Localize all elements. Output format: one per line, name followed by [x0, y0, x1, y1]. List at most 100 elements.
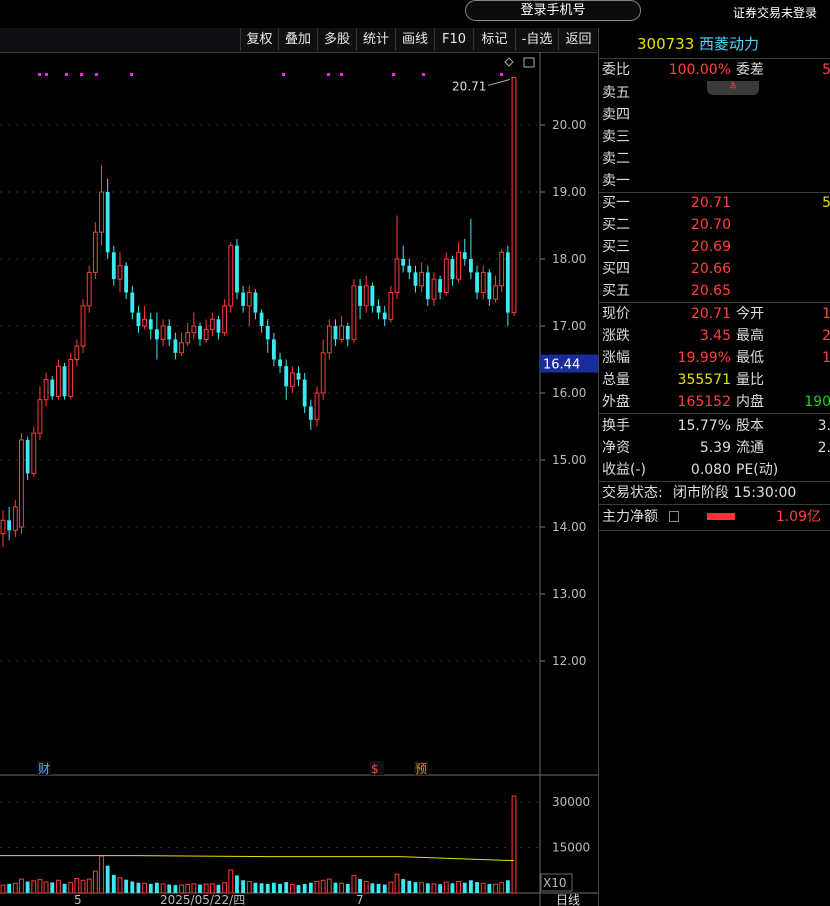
stat-row: 涨跌 3.45 最高 2 — [599, 325, 830, 347]
toolbar-stats-button[interactable]: 统计 — [356, 28, 395, 51]
y-tick-label: 19.00 — [552, 185, 586, 199]
y-tick-label: 13.00 — [552, 587, 586, 601]
volume-bar — [438, 884, 443, 893]
trade-state-row: 交易状态: 闭市阶段 15:30:00 — [599, 482, 830, 504]
toolbar-remove-watchlist-button[interactable]: -自选 — [515, 28, 558, 51]
volume-bar — [284, 882, 289, 893]
candle-body — [246, 292, 252, 307]
main-flow-value: 1.09亿 — [775, 509, 821, 525]
quote-panel: 300733 西菱动力 委比 100.00% 委差 5 ≛ 卖五 卖四 卖三 卖… — [598, 28, 830, 906]
volume-bar — [86, 878, 92, 894]
sell2-label: 卖二 — [602, 151, 630, 167]
marker-dot — [340, 73, 343, 76]
volume-bar — [259, 883, 264, 893]
candle-body — [235, 245, 239, 293]
candle-body — [326, 325, 332, 354]
candle-body — [56, 365, 61, 397]
window-icon — [523, 57, 535, 68]
candle-body — [124, 265, 129, 293]
volume-bar — [431, 883, 437, 894]
volume-bar — [25, 881, 30, 893]
volume-bar — [493, 883, 498, 894]
volume-bar — [136, 882, 141, 893]
candle-body — [480, 271, 486, 293]
stat-value: 1 — [822, 350, 830, 366]
toolbar-multi-stock-button[interactable]: 多股 — [317, 28, 356, 51]
stat-label: 最高 — [736, 328, 764, 344]
volume-bar — [7, 883, 12, 893]
max-price-pointer — [487, 78, 511, 86]
marker-dot — [500, 73, 503, 76]
candle-body — [241, 292, 246, 306]
y-tick-label: 15.00 — [552, 453, 586, 467]
volume-bar — [246, 880, 252, 894]
candlestick-series — [0, 76, 517, 548]
candle-body — [388, 292, 394, 320]
candle-body — [345, 326, 350, 340]
volume-bar — [320, 879, 326, 894]
y-tick-label: 16.00 — [552, 386, 586, 400]
volume-bar — [191, 883, 197, 894]
trade-login-status[interactable]: 证券交易未登录 — [733, 4, 817, 21]
toolbar-draw-button[interactable]: 画线 — [395, 28, 434, 51]
candle-body — [493, 285, 498, 300]
volume-bar — [222, 882, 228, 894]
volume-bar — [209, 883, 215, 894]
candle-body — [228, 245, 234, 307]
list-icon[interactable] — [669, 511, 679, 522]
candle-body — [130, 292, 135, 313]
volume-bar — [179, 884, 184, 894]
volume-unit: X10 — [543, 876, 567, 890]
candle-body — [505, 252, 510, 313]
stock-header: 300733 西菱动力 — [637, 33, 759, 54]
volume-bar — [296, 885, 301, 893]
toolbar-mark-button[interactable]: 标记 — [473, 28, 515, 51]
candle-body — [278, 359, 282, 367]
candle-body — [431, 278, 437, 300]
buy4-row: 买四 20.66 — [599, 258, 830, 280]
volume-bar — [450, 883, 455, 893]
candle-body — [376, 305, 381, 313]
volume-bar — [253, 882, 258, 893]
candle-body — [284, 366, 289, 387]
main-flow-row[interactable]: 主力净额 1.09亿 — [599, 506, 830, 528]
weicha-value: 5 — [822, 62, 830, 78]
volume-ma-line — [0, 855, 515, 862]
toolbar-f10-button[interactable]: F10 — [434, 28, 473, 51]
marker-dot — [392, 73, 395, 76]
volume-bar — [160, 883, 166, 894]
stat-value: 355571 — [677, 372, 731, 388]
y-tick-label: 18.00 — [552, 252, 586, 266]
candle-body — [425, 272, 430, 300]
top-bar — [0, 0, 830, 28]
stat-label: 收益(-) — [602, 462, 646, 478]
volume-bar — [333, 882, 338, 893]
sell3-row: 卖三 — [599, 126, 830, 148]
candle-body — [31, 432, 37, 474]
candle-body — [19, 439, 24, 528]
toolbar-fuquan-button[interactable]: 复权 — [240, 28, 278, 51]
stat-value: 2 — [822, 328, 830, 344]
candle-body — [363, 285, 369, 307]
buy2-price: 20.70 — [690, 217, 731, 233]
candle-body — [68, 359, 74, 397]
sell5-row: 卖五 — [599, 82, 830, 104]
candle-body — [99, 191, 104, 233]
stat-label: 涨幅 — [602, 350, 630, 366]
stat-value: 15.77% — [677, 418, 731, 434]
volume-bar — [56, 879, 61, 894]
login-phone-button[interactable]: 登录手机号 — [465, 0, 641, 21]
toolbar-overlay-button[interactable]: 叠加 — [278, 28, 317, 51]
volume-bar — [468, 880, 473, 893]
volume-series — [0, 795, 517, 894]
volume-bar — [278, 883, 282, 893]
candle-body — [62, 366, 67, 397]
candle-body — [80, 305, 86, 347]
candle-body — [407, 265, 412, 273]
stat-label: 今开 — [736, 306, 764, 322]
stat-value: 19.99% — [677, 350, 731, 366]
kline-chart[interactable]: 财 $ 预 20.00 19.00 18.00 17.00 16.00 15.00 14.00 1… — [0, 52, 598, 906]
candle-body — [394, 258, 400, 293]
marker-dot — [422, 73, 425, 76]
toolbar-back-button[interactable]: 返回 — [558, 28, 598, 51]
